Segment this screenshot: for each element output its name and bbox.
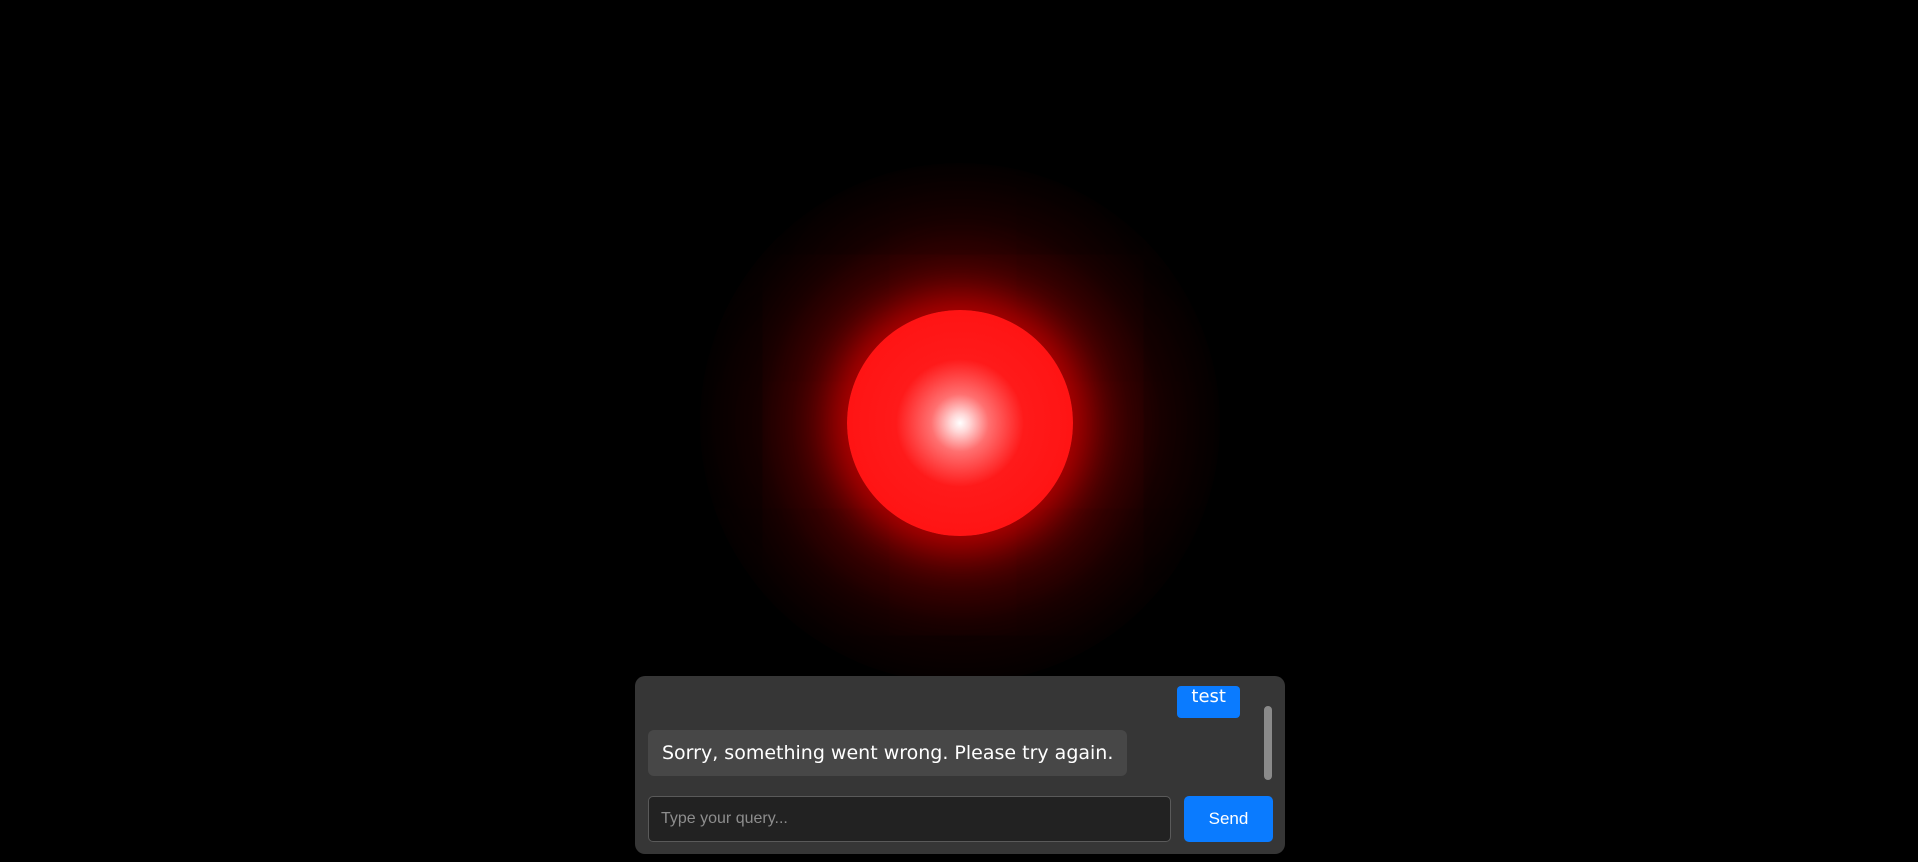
bot-message: Sorry, something went wrong. Please try … (648, 730, 1128, 776)
user-message: test (1177, 686, 1240, 718)
message-list[interactable]: test Sorry, something went wrong. Please… (648, 676, 1248, 786)
voice-orb (847, 310, 1073, 536)
app-stage: test Sorry, something went wrong. Please… (0, 0, 1918, 862)
message-scrollbar[interactable] (1264, 706, 1272, 780)
chat-panel: test Sorry, something went wrong. Please… (635, 676, 1285, 854)
query-input[interactable] (648, 796, 1171, 842)
send-button[interactable]: Send (1184, 796, 1273, 842)
